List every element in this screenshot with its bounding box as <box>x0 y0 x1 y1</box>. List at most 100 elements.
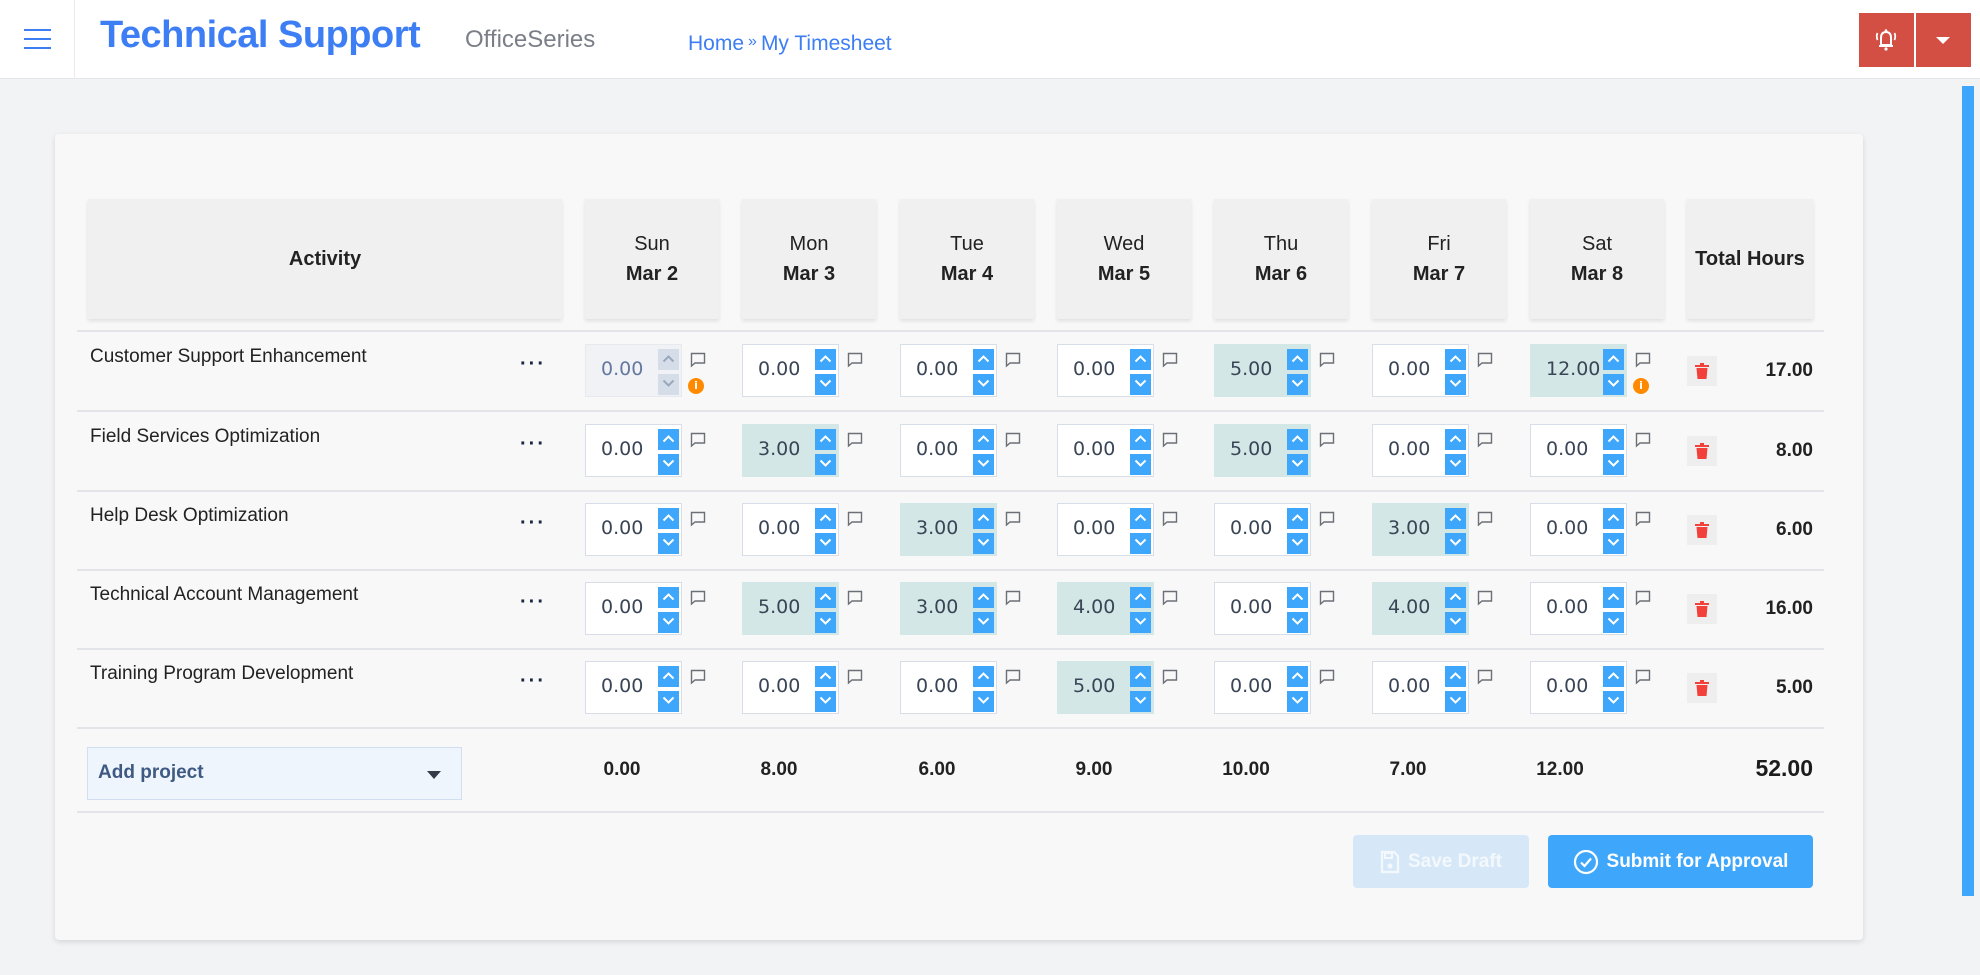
comment-icon[interactable] <box>1319 352 1335 368</box>
decrement-button[interactable] <box>1445 612 1466 633</box>
hours-input-tue[interactable]: 3.00 <box>900 503 997 556</box>
increment-button[interactable] <box>1287 666 1308 687</box>
decrement-button[interactable] <box>815 691 836 712</box>
hours-input-sat[interactable]: 12.00 <box>1530 344 1627 397</box>
row-options-button[interactable]: ··· <box>520 433 546 456</box>
hours-input-mon[interactable]: 3.00 <box>742 424 839 477</box>
increment-button[interactable] <box>1130 508 1151 529</box>
hours-input-sat[interactable]: 0.00 <box>1530 661 1627 714</box>
hours-input-thu[interactable]: 5.00 <box>1214 424 1311 477</box>
row-options-button[interactable]: ··· <box>520 670 546 693</box>
decrement-button[interactable] <box>1130 612 1151 633</box>
comment-icon[interactable] <box>847 669 863 685</box>
comment-icon[interactable] <box>1319 432 1335 448</box>
increment-button[interactable] <box>1130 587 1151 608</box>
comment-icon[interactable] <box>1162 511 1178 527</box>
comment-icon[interactable] <box>1477 511 1493 527</box>
hours-input-wed[interactable]: 0.00 <box>1057 503 1154 556</box>
decrement-button[interactable] <box>658 533 679 554</box>
comment-icon[interactable] <box>1477 669 1493 685</box>
increment-button[interactable] <box>1130 666 1151 687</box>
comment-icon[interactable] <box>1319 511 1335 527</box>
hours-input-thu[interactable]: 0.00 <box>1214 582 1311 635</box>
hours-input-fri[interactable]: 3.00 <box>1372 503 1469 556</box>
page-scrollbar[interactable] <box>1962 86 1974 896</box>
increment-button[interactable] <box>1445 429 1466 450</box>
comment-icon[interactable] <box>1005 669 1021 685</box>
hours-input-mon[interactable]: 0.00 <box>742 344 839 397</box>
decrement-button[interactable] <box>815 533 836 554</box>
comment-icon[interactable] <box>1635 352 1651 368</box>
increment-button[interactable] <box>815 666 836 687</box>
hours-input-tue[interactable]: 0.00 <box>900 344 997 397</box>
decrement-button[interactable] <box>1130 374 1151 395</box>
increment-button[interactable] <box>973 508 994 529</box>
decrement-button[interactable] <box>973 533 994 554</box>
decrement-button[interactable] <box>1287 533 1308 554</box>
decrement-button[interactable] <box>1445 533 1466 554</box>
hours-input-sat[interactable]: 0.00 <box>1530 582 1627 635</box>
decrement-button[interactable] <box>1287 691 1308 712</box>
decrement-button[interactable] <box>1603 374 1624 395</box>
increment-button[interactable] <box>1603 349 1624 370</box>
comment-icon[interactable] <box>1635 590 1651 606</box>
increment-button[interactable] <box>1603 587 1624 608</box>
info-icon[interactable]: i <box>1633 378 1649 394</box>
increment-button[interactable] <box>973 587 994 608</box>
decrement-button[interactable] <box>1445 691 1466 712</box>
comment-icon[interactable] <box>1005 511 1021 527</box>
decrement-button[interactable] <box>1287 612 1308 633</box>
increment-button[interactable] <box>1130 349 1151 370</box>
increment-button[interactable] <box>658 508 679 529</box>
comment-icon[interactable] <box>690 669 706 685</box>
decrement-button[interactable] <box>815 612 836 633</box>
increment-button[interactable] <box>1130 429 1151 450</box>
decrement-button[interactable] <box>658 374 679 395</box>
submit-for-approval-button[interactable]: Submit for Approval <box>1548 835 1813 888</box>
hours-input-fri[interactable]: 0.00 <box>1372 344 1469 397</box>
comment-icon[interactable] <box>690 590 706 606</box>
decrement-button[interactable] <box>815 454 836 475</box>
hours-input-sun[interactable]: 0.00 <box>585 344 682 397</box>
comment-icon[interactable] <box>1005 590 1021 606</box>
breadcrumb-my-timesheet[interactable]: My Timesheet <box>761 32 892 55</box>
hours-input-mon[interactable]: 5.00 <box>742 582 839 635</box>
hours-input-fri[interactable]: 4.00 <box>1372 582 1469 635</box>
comment-icon[interactable] <box>1319 669 1335 685</box>
increment-button[interactable] <box>658 666 679 687</box>
info-icon[interactable]: i <box>688 378 704 394</box>
delete-row-button[interactable] <box>1687 515 1717 545</box>
increment-button[interactable] <box>815 429 836 450</box>
increment-button[interactable] <box>1603 429 1624 450</box>
increment-button[interactable] <box>1287 508 1308 529</box>
comment-icon[interactable] <box>1635 511 1651 527</box>
decrement-button[interactable] <box>1130 691 1151 712</box>
hours-input-sun[interactable]: 0.00 <box>585 503 682 556</box>
comment-icon[interactable] <box>1477 590 1493 606</box>
hours-input-tue[interactable]: 3.00 <box>900 582 997 635</box>
increment-button[interactable] <box>1445 587 1466 608</box>
decrement-button[interactable] <box>1603 533 1624 554</box>
increment-button[interactable] <box>1287 587 1308 608</box>
increment-button[interactable] <box>1287 349 1308 370</box>
row-options-button[interactable]: ··· <box>520 591 546 614</box>
increment-button[interactable] <box>1445 666 1466 687</box>
breadcrumb-home[interactable]: Home <box>688 32 744 55</box>
hours-input-fri[interactable]: 0.00 <box>1372 661 1469 714</box>
hours-input-thu[interactable]: 0.00 <box>1214 503 1311 556</box>
decrement-button[interactable] <box>1130 454 1151 475</box>
increment-button[interactable] <box>1603 666 1624 687</box>
delete-row-button[interactable] <box>1687 356 1717 386</box>
hours-input-sat[interactable]: 0.00 <box>1530 424 1627 477</box>
hours-input-sun[interactable]: 0.00 <box>585 582 682 635</box>
comment-icon[interactable] <box>1005 352 1021 368</box>
decrement-button[interactable] <box>1445 454 1466 475</box>
increment-button[interactable] <box>1603 508 1624 529</box>
decrement-button[interactable] <box>1603 454 1624 475</box>
comment-icon[interactable] <box>1162 669 1178 685</box>
increment-button[interactable] <box>1287 429 1308 450</box>
hours-input-wed[interactable]: 5.00 <box>1057 661 1154 714</box>
comment-icon[interactable] <box>690 432 706 448</box>
hours-input-sat[interactable]: 0.00 <box>1530 503 1627 556</box>
decrement-button[interactable] <box>1130 533 1151 554</box>
